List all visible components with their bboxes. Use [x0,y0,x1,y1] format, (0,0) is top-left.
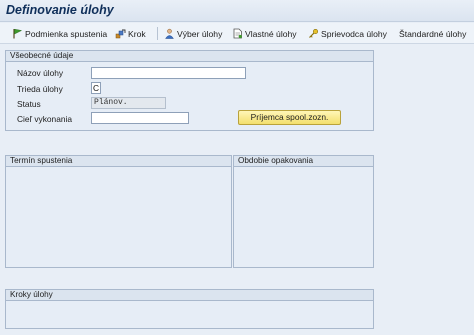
start-time-group: Termín spustenia [5,155,232,268]
job-class-input[interactable] [91,82,101,94]
page-title: Definovanie úlohy [6,3,114,17]
steps-icon [115,29,126,39]
job-wizard-button[interactable]: Sprievodca úlohy [308,26,387,41]
standard-jobs-button[interactable]: Štandardné úlohy [399,26,466,41]
repeat-period-header: Obdobie opakovania [234,156,373,167]
job-name-input[interactable] [91,67,246,79]
general-data-header: Všeobecné údaje [6,51,373,62]
start-condition-label: Podmienka spustenia [25,28,108,39]
job-class-label: Trieda úlohy [17,84,63,94]
wizard-key-icon [309,28,319,38]
toolbar-separator [157,27,158,40]
start-time-header: Termín spustenia [6,156,231,167]
job-steps-group: Kroky úlohy [5,289,374,329]
execution-target-input[interactable] [91,112,189,124]
application-toolbar: Podmienka spustenia Krok Výber úlohy Vla… [0,23,474,44]
job-steps-header: Kroky úlohy [6,290,373,301]
job-selection-label: Výber úlohy [177,28,223,39]
job-name-label: Názov úlohy [17,68,64,78]
repeat-period-group: Obdobie opakovania [233,155,374,268]
start-condition-button[interactable]: Podmienka spustenia [12,26,107,41]
job-wizard-label: Sprievodca úlohy [321,28,387,39]
spool-recipient-button[interactable]: Príjemca spool.zozn. [238,110,341,125]
step-button[interactable]: Krok [115,26,146,41]
job-selection-button[interactable]: Výber úlohy [164,26,222,41]
document-icon [233,28,242,39]
flag-icon [13,28,23,39]
step-label: Krok [128,28,146,39]
status-field: Plánov. [91,97,166,109]
person-select-icon [165,28,174,39]
title-bar: Definovanie úlohy [0,0,474,22]
own-jobs-button[interactable]: Vlastné úlohy [232,26,297,41]
status-label: Status [17,99,41,109]
own-jobs-label: Vlastné úlohy [245,28,297,39]
execution-target-label: Cieľ vykonania [17,114,73,124]
standard-jobs-label: Štandardné úlohy [399,28,467,39]
